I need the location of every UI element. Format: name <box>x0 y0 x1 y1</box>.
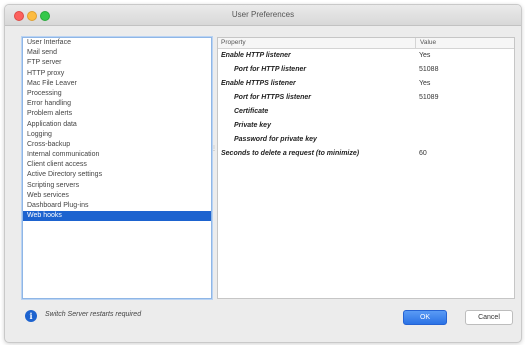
property-row[interactable]: Enable HTTP listener Yes <box>218 49 514 63</box>
sidebar-item[interactable]: Web hooks <box>23 211 211 222</box>
sidebar-item[interactable]: Logging <box>23 130 211 140</box>
property-name: Password for private key <box>234 136 317 143</box>
cancel-button[interactable]: Cancel <box>465 310 513 325</box>
property-name: Seconds to delete a request (to minimize… <box>221 150 360 157</box>
properties-rows: Enable HTTP listener Yes Port for HTTP lis… <box>218 49 514 161</box>
sidebar-item[interactable]: Active Directory settings <box>23 170 211 180</box>
property-value[interactable]: Yes <box>419 77 430 91</box>
property-name: Port for HTTP listener <box>234 66 307 73</box>
property-name: Certificate <box>234 108 269 115</box>
property-value[interactable]: 51088 <box>419 63 438 77</box>
property-name: Private key <box>234 122 271 129</box>
ok-button[interactable]: OK <box>403 310 447 325</box>
property-row[interactable]: Port for HTTPS listener 51089 <box>218 91 514 105</box>
property-name: Enable HTTPS listener <box>221 80 296 87</box>
properties-header: Property Value <box>218 38 514 49</box>
category-list[interactable]: User Interface Mail send FTP server HTTP pr… <box>22 37 212 299</box>
sidebar-item[interactable]: Problem alerts <box>23 109 211 119</box>
sidebar-item[interactable]: Scripting servers <box>23 181 211 191</box>
property-row[interactable]: Seconds to delete a request (to minimize… <box>218 147 514 161</box>
sidebar-item[interactable]: Error handling <box>23 99 211 109</box>
sidebar-item[interactable]: Dashboard Plug-ins <box>23 201 211 211</box>
property-row[interactable]: Password for private key <box>218 133 514 147</box>
column-header-property[interactable]: Property <box>221 38 246 48</box>
sidebar-item[interactable]: Client client access <box>23 160 211 170</box>
sidebar-item[interactable]: User Interface <box>23 38 211 48</box>
property-value[interactable]: 51089 <box>419 91 438 105</box>
properties-table: Property Value Enable HTTP listener Yes Po… <box>217 37 515 299</box>
sidebar-item[interactable]: Mail send <box>23 48 211 58</box>
property-value[interactable]: 60 <box>419 147 427 161</box>
sidebar-item[interactable]: Web services <box>23 191 211 201</box>
property-name: Port for HTTPS listener <box>234 94 312 101</box>
sidebar-item[interactable]: FTP server <box>23 58 211 68</box>
sidebar-item[interactable]: Application data <box>23 120 211 130</box>
info-icon: i <box>25 310 37 322</box>
window-title: User Preferences <box>231 10 295 19</box>
preferences-window: User Preferences User Interface Mail send… <box>4 4 522 343</box>
property-row[interactable]: Port for HTTP listener 51088 <box>218 63 514 77</box>
column-header-value[interactable]: Value <box>415 38 436 48</box>
sidebar-item[interactable]: Mac File Leaver <box>23 79 211 89</box>
property-value[interactable]: Yes <box>419 49 430 63</box>
title-bar[interactable]: User Preferences <box>5 5 521 26</box>
property-row[interactable]: Private key <box>218 119 514 133</box>
sidebar-item[interactable]: Processing <box>23 89 211 99</box>
restart-notice: Switch Server restarts required <box>45 311 142 318</box>
sidebar-item[interactable]: HTTP proxy <box>23 69 211 79</box>
property-row[interactable]: Certificate <box>218 105 514 119</box>
sidebar-item[interactable]: Cross-backup <box>23 140 211 150</box>
property-name: Enable HTTP listener <box>221 52 291 59</box>
property-row[interactable]: Enable HTTPS listener Yes <box>218 77 514 91</box>
splitter-handle[interactable]: ⋮ <box>211 145 217 157</box>
sidebar-item[interactable]: Internal communication <box>23 150 211 160</box>
